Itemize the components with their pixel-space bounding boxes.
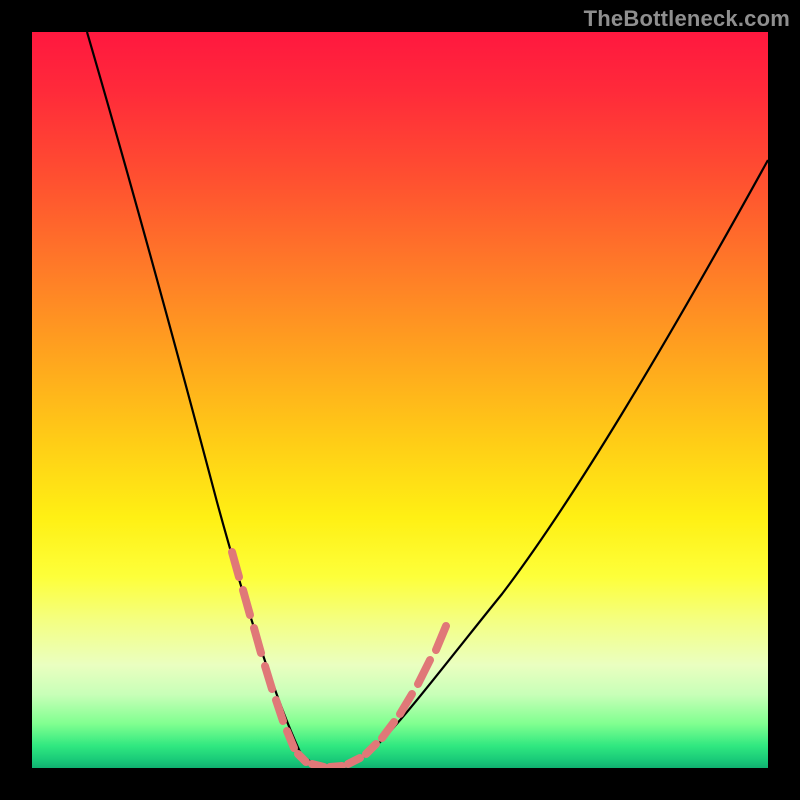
watermark-text: TheBottleneck.com xyxy=(584,6,790,32)
chart-frame: TheBottleneck.com xyxy=(0,0,800,800)
plot-area xyxy=(32,32,768,768)
highlight-dots-right xyxy=(366,626,446,754)
highlight-dots-left xyxy=(232,552,294,748)
highlight-dots-trough xyxy=(298,754,360,767)
curve-layer xyxy=(32,32,768,768)
